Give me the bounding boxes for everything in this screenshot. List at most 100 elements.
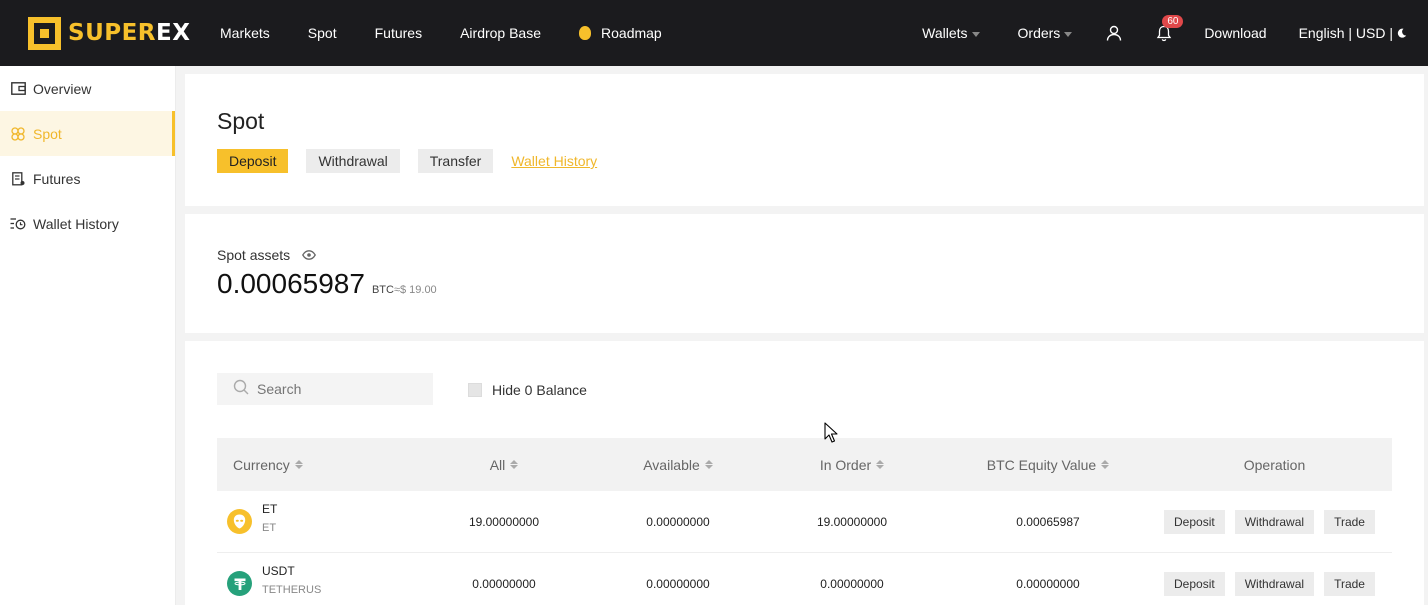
nav-wallets-label: Wallets (922, 25, 968, 41)
row-withdrawal-button[interactable]: Withdrawal (1234, 571, 1315, 596)
row-trade-button[interactable]: Trade (1324, 509, 1375, 534)
hide-zero-label: Hide 0 Balance (492, 382, 587, 398)
row-trade-button[interactable]: Trade (1324, 571, 1375, 596)
sidebar-item-label: Wallet History (33, 215, 119, 232)
download-link[interactable]: Download (1204, 25, 1266, 41)
sidebar-item-wallet-history[interactable]: Wallet History (0, 201, 175, 246)
col-available-label: Available (643, 456, 700, 473)
locale-currency-selector[interactable]: English | USD | (1299, 25, 1407, 41)
eye-icon[interactable] (302, 247, 317, 263)
logo-text-super: SUPER (68, 20, 157, 46)
spot-assets-card: Spot assets 0.00065987 BTC≈$ 19.00 (185, 214, 1424, 333)
superex-logo[interactable]: SUPEREX (28, 16, 198, 50)
hide-zero-balance-toggle[interactable]: Hide 0 Balance (468, 382, 587, 398)
search-icon (233, 379, 249, 400)
nav-orders-dropdown[interactable]: Orders (1018, 25, 1073, 41)
spot-assets-unit: BTC (371, 284, 394, 296)
sort-icon (510, 460, 519, 469)
nav-futures[interactable]: Futures (375, 25, 422, 41)
sidebar-item-label: Spot (33, 125, 62, 142)
sidebar-item-futures[interactable]: Futures (0, 156, 175, 201)
hide-zero-checkbox[interactable] (468, 383, 482, 397)
deposit-button[interactable]: Deposit (217, 149, 289, 173)
chevron-down-icon (1064, 31, 1073, 37)
logo-text-ex: EX (156, 20, 191, 46)
table-row: ET ET 19.00000000 0.00000000 19.00000000 … (217, 491, 1392, 553)
page-title: Spot (217, 108, 265, 134)
alien-icon (579, 26, 592, 40)
spot-assets-usd: ≈$ 19.00 (393, 284, 437, 296)
spot-assets-value: 0.00065987 (217, 268, 365, 299)
bell-icon[interactable]: 60 (1156, 14, 1184, 42)
mouse-cursor-icon (824, 422, 838, 443)
locale-label: English | USD | (1298, 25, 1393, 41)
available-cell: 0.00000000 (646, 514, 710, 529)
user-icon[interactable] (1106, 25, 1122, 41)
currency-symbol: ET (262, 501, 278, 516)
currency-symbol: USDT (262, 563, 295, 578)
table-row: USDT TETHERUS 0.00000000 0.00000000 0.000… (217, 553, 1392, 605)
history-icon (10, 216, 26, 232)
in-order-cell: 19.00000000 (816, 514, 888, 529)
futures-icon (10, 171, 26, 187)
sort-icon (876, 460, 885, 469)
currency-name: ET (262, 521, 277, 534)
all-cell: 19.00000000 (468, 514, 540, 529)
et-coin-icon (227, 509, 252, 534)
currency-name: TETHERUS (262, 583, 322, 596)
nav-orders-label: Orders (1017, 25, 1061, 41)
in-order-cell: 0.00000000 (820, 576, 884, 591)
currency-cell: ET ET (217, 502, 417, 534)
nav-right: Wallets Orders 60 Download English | USD… (922, 0, 1428, 66)
top-navbar: SUPEREX Markets Spot Futures Airdrop Bas… (0, 0, 1428, 66)
sidebar: Overview Spot Futures Wallet History (0, 66, 176, 605)
spot-header-card: Spot Deposit Withdrawal Transfer Wallet … (185, 74, 1424, 206)
col-in-order[interactable]: In Order (765, 457, 939, 473)
col-all[interactable]: All (417, 457, 591, 473)
btc-equity-cell: 0.00000000 (1016, 576, 1080, 591)
all-cell: 0.00000000 (472, 576, 536, 591)
col-operation: Operation (1243, 456, 1306, 473)
nav-spot[interactable]: Spot (308, 25, 337, 41)
wallet-history-link[interactable]: Wallet History (511, 153, 597, 169)
search-box[interactable] (217, 373, 433, 405)
col-available[interactable]: Available (591, 457, 765, 473)
wallet-icon (10, 81, 26, 97)
sidebar-item-label: Overview (33, 80, 92, 97)
col-all-label: All (489, 456, 506, 473)
row-deposit-button[interactable]: Deposit (1164, 571, 1225, 596)
nav-wallets-dropdown[interactable]: Wallets (922, 25, 980, 41)
notification-badge: 60 (1162, 14, 1184, 28)
chevron-down-icon (971, 31, 980, 37)
currency-cell: USDT TETHERUS (217, 564, 417, 596)
transfer-button[interactable]: Transfer (417, 149, 494, 173)
sidebar-item-overview[interactable]: Overview (0, 66, 175, 111)
spot-icon (10, 126, 26, 142)
spot-assets-label-row: Spot assets (217, 247, 317, 263)
moon-icon[interactable] (1397, 28, 1407, 38)
row-deposit-button[interactable]: Deposit (1164, 509, 1225, 534)
spot-assets-value-row: 0.00065987 BTC≈$ 19.00 (217, 268, 437, 300)
sidebar-item-spot[interactable]: Spot (0, 111, 175, 156)
balances-table: Currency All Available In Order BTC Equi… (217, 438, 1392, 605)
spot-actions: Deposit Withdrawal Transfer Wallet Histo… (217, 149, 597, 173)
operation-cell: Deposit Withdrawal Trade (1157, 509, 1392, 534)
col-btc-equity[interactable]: BTC Equity Value (939, 457, 1157, 473)
download-label: Download (1204, 25, 1267, 41)
search-input[interactable] (257, 381, 417, 397)
nav-markets[interactable]: Markets (220, 25, 270, 41)
sort-icon (1101, 460, 1110, 469)
nav-airdrop-base[interactable]: Airdrop Base (460, 25, 541, 41)
col-currency-label: Currency (233, 456, 290, 473)
operation-cell: Deposit Withdrawal Trade (1157, 571, 1392, 596)
table-header: Currency All Available In Order BTC Equi… (217, 438, 1392, 491)
main-nav: Markets Spot Futures Airdrop Base Roadma… (220, 25, 700, 41)
nav-roadmap[interactable]: Roadmap (579, 25, 662, 41)
row-withdrawal-button[interactable]: Withdrawal (1234, 509, 1315, 534)
tether-coin-icon (227, 571, 252, 596)
spot-balances-card: Hide 0 Balance Currency All Available In… (185, 341, 1424, 605)
spot-assets-label: Spot assets (217, 247, 291, 263)
col-currency[interactable]: Currency (217, 457, 417, 473)
withdrawal-button[interactable]: Withdrawal (306, 149, 400, 173)
available-cell: 0.00000000 (646, 576, 710, 591)
